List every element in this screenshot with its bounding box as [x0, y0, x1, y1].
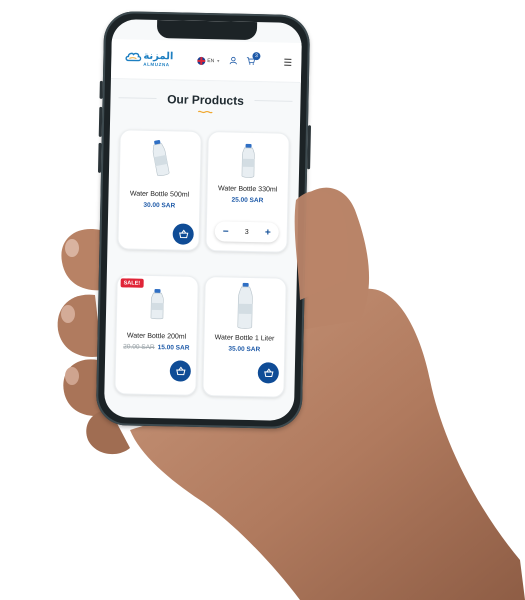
- product-price-row: 20.00 SAR 15.00 SAR: [116, 343, 196, 352]
- product-price: 25.00 SAR: [231, 196, 264, 205]
- product-card[interactable]: Water Bottle 330ml 25.00 SAR − 3 +: [205, 131, 290, 253]
- bottle-330ml-image: [241, 143, 255, 178]
- sale-badge: SALE!: [120, 278, 144, 288]
- cart-button[interactable]: 3: [246, 51, 261, 66]
- decrease-quantity-button[interactable]: −: [223, 226, 229, 237]
- product-card[interactable]: SALE! Water Bottle 200ml 20.00 SAR 15.00 …: [114, 274, 199, 396]
- product-price: 30.00 SAR: [143, 201, 176, 210]
- product-price: 35.00 SAR: [228, 345, 261, 354]
- product-price: 15.00 SAR: [157, 344, 190, 352]
- increase-quantity-button[interactable]: +: [265, 227, 271, 238]
- logo-english-text: ALMUZNA: [143, 61, 170, 68]
- bottle-200ml-image: [150, 289, 164, 320]
- language-selector[interactable]: EN ▼: [197, 56, 221, 65]
- bottle-1-liter-image: [237, 282, 253, 329]
- add-to-cart-button[interactable]: [169, 360, 192, 382]
- basket-icon: [175, 366, 185, 376]
- add-to-cart-button[interactable]: [172, 223, 194, 245]
- product-name[interactable]: Water Bottle 500ml: [119, 190, 199, 199]
- cart-count-badge: 3: [252, 51, 261, 60]
- phone-notch: [156, 19, 258, 41]
- app-header: المزنة ALMUZNA EN ▼ 3: [110, 39, 302, 84]
- product-card[interactable]: Water Bottle 1 Liter 35.00 SAR: [202, 276, 287, 398]
- hamburger-menu-icon[interactable]: [284, 58, 292, 66]
- chevron-down-icon: ▼: [216, 58, 221, 64]
- basket-icon: [263, 368, 273, 377]
- user-icon[interactable]: [229, 56, 237, 66]
- bottle-500ml-image: [152, 140, 170, 176]
- section-title: Our Products: [167, 92, 244, 108]
- product-name[interactable]: Water Bottle 1 Liter: [204, 334, 284, 343]
- product-name[interactable]: Water Bottle 330ml: [208, 185, 288, 194]
- add-to-cart-button[interactable]: [257, 362, 280, 384]
- language-label: EN: [207, 57, 215, 64]
- phone-screen: المزنة ALMUZNA EN ▼ 3 Our Products Water…: [103, 19, 303, 421]
- product-name[interactable]: Water Bottle 200ml: [116, 332, 196, 341]
- squiggle-decoration-icon: [197, 110, 213, 114]
- quantity-value: 3: [244, 228, 249, 236]
- section-header: Our Products: [110, 89, 300, 116]
- product-card[interactable]: Water Bottle 500ml 30.00 SAR: [117, 129, 202, 251]
- uk-flag-icon: [197, 56, 206, 65]
- old-price: 20.00 SAR: [123, 343, 155, 352]
- basket-icon: [178, 229, 188, 239]
- brand-logo[interactable]: المزنة ALMUZNA: [125, 51, 185, 68]
- phone-frame: المزنة ALMUZNA EN ▼ 3 Our Products Water…: [95, 10, 312, 430]
- quantity-stepper[interactable]: − 3 +: [214, 221, 279, 243]
- cloud-logo-icon: [125, 52, 142, 62]
